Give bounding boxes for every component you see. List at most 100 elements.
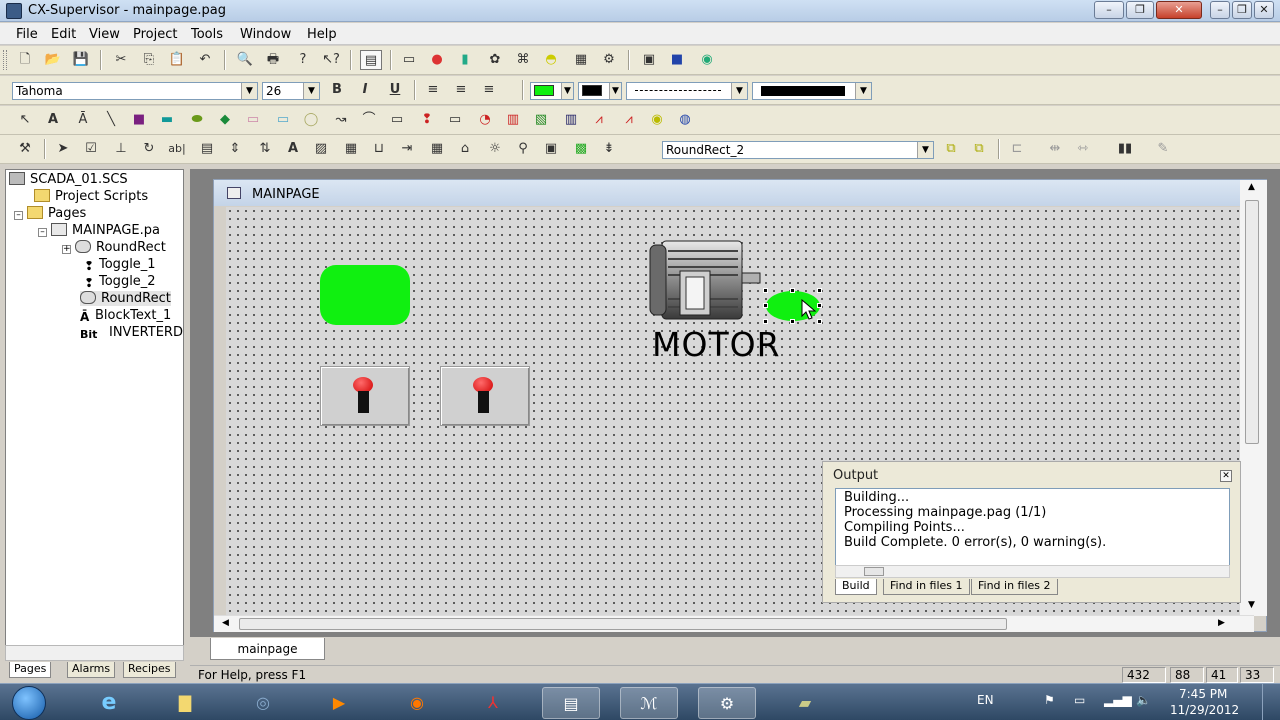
settings-icon[interactable]: ⚙ (598, 50, 620, 70)
gauge-tool-icon[interactable]: ◔ (474, 110, 496, 130)
menu-help[interactable]: Help (307, 27, 337, 42)
chevron-down-icon[interactable]: ▼ (609, 83, 621, 99)
tab-icon[interactable]: ⇥ (396, 139, 418, 159)
runtime-icon[interactable]: ◉ (696, 50, 718, 70)
tree-item-inverterd[interactable]: Bit INVERTERD (80, 325, 183, 341)
chevron-down-icon[interactable]: ▼ (917, 142, 933, 158)
tree-item-roundrect-1[interactable]: + RoundRect (62, 240, 166, 255)
trend-graph-icon[interactable]: ⩘ (588, 110, 610, 130)
arc-tool-icon[interactable]: ⌒ (358, 110, 380, 130)
block-text-icon[interactable]: Ā (72, 110, 94, 130)
font-name-combo[interactable]: Tahoma ▼ (12, 82, 258, 100)
start-button[interactable] (12, 686, 46, 720)
alarms-icon[interactable]: ● (426, 50, 448, 70)
chevron-down-icon[interactable]: ▼ (855, 83, 871, 99)
points-editor-icon[interactable]: ▭ (398, 50, 420, 70)
tree-project-scripts[interactable]: Project Scripts (34, 189, 148, 204)
selection-handle[interactable] (817, 303, 822, 308)
tree-item-toggle-1[interactable]: ❢ Toggle_1 (84, 257, 156, 273)
underline-button[interactable]: U (384, 80, 406, 100)
frame-icon[interactable]: ⊥ (110, 139, 132, 159)
line-width-combo[interactable]: ▼ (752, 82, 872, 100)
button-tool-icon[interactable]: ▭ (386, 110, 408, 130)
cut-icon[interactable]: ✂ (110, 50, 132, 70)
data-logging-icon[interactable]: ▮ (454, 50, 476, 70)
page-vertical-scrollbar[interactable]: ▲ ▼ (1240, 180, 1267, 616)
clock-time[interactable]: 7:45 PM (1179, 687, 1227, 701)
page-horizontal-scrollbar[interactable]: ◀ ▶ (214, 615, 1254, 632)
tree-item-roundrect-2[interactable]: RoundRect (80, 291, 171, 306)
vertical-scroll-thumb[interactable] (1245, 200, 1259, 444)
rotate-icon[interactable]: ↻ (138, 139, 160, 159)
line-tool-icon[interactable]: ╲ (100, 110, 122, 130)
edit-text-icon[interactable]: ab| (166, 139, 188, 159)
scroll-icon[interactable]: ⇅ (254, 139, 276, 159)
sun-icon[interactable]: ☼ (484, 139, 506, 159)
selection-handle[interactable] (790, 288, 795, 293)
simulator-icon[interactable]: ▰ (776, 687, 834, 719)
text-tool-icon[interactable]: A (42, 110, 64, 130)
expand-icon[interactable]: + (62, 245, 71, 254)
tree-mainpage[interactable]: – MAINPAGE.pa (38, 223, 160, 238)
copy-icon[interactable]: ⎘ (138, 50, 160, 70)
selection-handle[interactable] (763, 319, 768, 324)
bulb-icon[interactable]: ⚲ (512, 139, 534, 159)
space-horizontal-icon[interactable]: ⇹ (1044, 139, 1066, 159)
mdi-restore-button[interactable]: ❐ (1232, 1, 1252, 19)
align-left-icon[interactable]: ≡ (422, 80, 444, 100)
bring-front-icon[interactable]: ⧉ (940, 139, 962, 159)
polyline-tool-icon[interactable]: ↝ (330, 110, 352, 130)
pencil-icon[interactable]: ✎ (1152, 139, 1174, 159)
paste-icon[interactable]: 📋 (166, 50, 188, 70)
recipes-icon[interactable]: ⌘ (512, 50, 534, 70)
hollow-rect-icon[interactable]: ▭ (242, 110, 264, 130)
help-icon[interactable]: ? (292, 50, 314, 70)
font-icon[interactable]: A (282, 139, 304, 159)
toggle-tool-icon[interactable]: ❢ (416, 110, 438, 130)
selection-handle[interactable] (817, 319, 822, 324)
activex-icon[interactable]: ◍ (674, 110, 696, 130)
language-indicator[interactable]: EN (977, 693, 994, 707)
tab-mainpage[interactable]: mainpage (210, 638, 325, 660)
slider-tool-icon[interactable]: ▭ (444, 110, 466, 130)
align-objects-icon[interactable]: ⊏ (1006, 139, 1028, 159)
xy-graph-icon[interactable]: ⩘ (618, 110, 640, 130)
calendar-icon[interactable]: ▦ (340, 139, 362, 159)
tab-alarms[interactable]: Alarms (67, 662, 116, 678)
volume-icon[interactable]: 🔈 (1136, 693, 1151, 707)
bold-button[interactable]: B (326, 80, 348, 100)
open-icon[interactable]: 📂 (42, 50, 64, 70)
check-box-icon[interactable]: ☑ (80, 139, 102, 159)
tree-item-blocktext[interactable]: Ā BlockText_1 (80, 308, 171, 324)
video-player-icon[interactable]: ▶ (310, 687, 368, 719)
selection-handle[interactable] (763, 303, 768, 308)
print-icon[interactable]: 🖶 (262, 50, 284, 70)
selection-handle[interactable] (817, 288, 822, 293)
menu-tools[interactable]: Tools (191, 27, 223, 42)
find-icon[interactable]: 🔍 (234, 50, 256, 70)
tab-build[interactable]: Build (835, 579, 877, 595)
internet-explorer-icon[interactable]: e (80, 687, 138, 719)
onenote-icon[interactable]: ℳ (620, 687, 678, 719)
rotational-gauge-icon[interactable]: ▥ (502, 110, 524, 130)
linear-gauge-icon[interactable]: ▧ (530, 110, 552, 130)
center-icon[interactable]: ▮▮ (1114, 139, 1136, 159)
ellipse-tool-icon[interactable]: ⬬ (186, 110, 208, 130)
tab-pages[interactable]: Pages (9, 662, 52, 678)
compile-icon[interactable]: ■ (666, 50, 688, 70)
selection-handle[interactable] (763, 288, 768, 293)
film-icon[interactable]: ▣ (540, 139, 562, 159)
tree-pages[interactable]: – Pages (14, 206, 86, 221)
object-select-combo[interactable]: RoundRect_2 ▼ (662, 141, 934, 159)
wizard-icon[interactable]: ⚒ (14, 139, 36, 159)
tab-find-in-files-1[interactable]: Find in files 1 (883, 579, 970, 595)
ruler-icon[interactable]: ⊔ (368, 139, 390, 159)
context-help-icon[interactable]: ↖? (320, 50, 342, 70)
selection-handle[interactable] (790, 319, 795, 324)
save-icon[interactable]: 💾 (70, 50, 92, 70)
mdi-close-button[interactable]: ✕ (1254, 1, 1274, 19)
tab-recipes[interactable]: Recipes (123, 662, 176, 678)
spin-icon[interactable]: ⇕ (224, 139, 246, 159)
output-scroll-thumb[interactable] (864, 567, 884, 576)
monitor-icon[interactable]: ▭ (1074, 693, 1085, 707)
